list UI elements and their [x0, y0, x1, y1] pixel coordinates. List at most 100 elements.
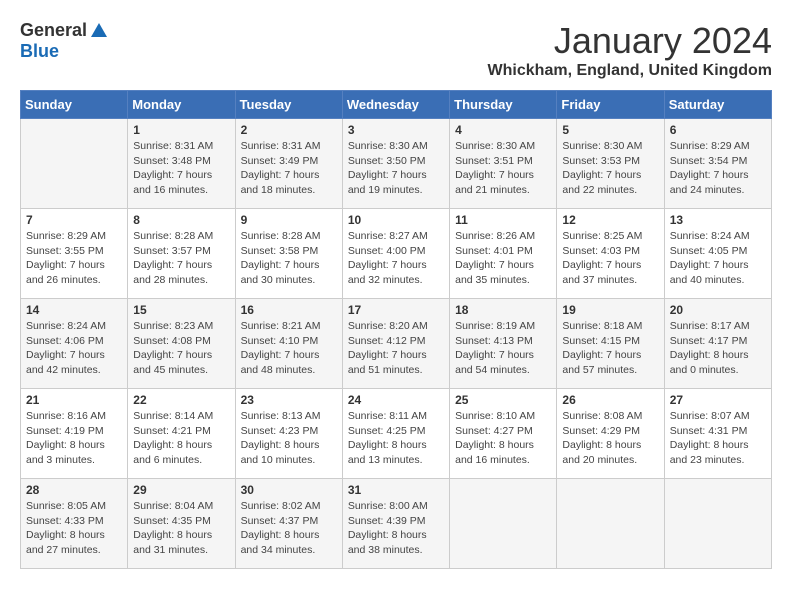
calendar-cell: 9Sunrise: 8:28 AM Sunset: 3:58 PM Daylig…	[235, 209, 342, 299]
day-number: 24	[348, 393, 444, 407]
calendar-cell: 23 Sunrise: 8:13 AM Sunset: 4:23 PM Dayli…	[235, 389, 342, 479]
cell-details: Sunrise: 8:08 AM Sunset: 4:29 PM Dayligh…	[562, 409, 658, 468]
calendar-week-row: 7 Sunrise: 8:29 AM Sunset: 3:55 PM Daylig…	[21, 209, 772, 299]
calendar-cell	[450, 479, 557, 569]
day-number: 15	[133, 303, 229, 317]
calendar-cell: 14Sunrise: 8:24 AM Sunset: 4:06 PM Dayli…	[21, 299, 128, 389]
day-number: 10	[348, 213, 444, 227]
day-header-monday: Monday	[128, 91, 235, 119]
calendar-week-row: 14Sunrise: 8:24 AM Sunset: 4:06 PM Dayli…	[21, 299, 772, 389]
cell-details: Sunrise: 8:30 AM Sunset: 3:51 PM Dayligh…	[455, 139, 551, 198]
day-number: 26	[562, 393, 658, 407]
day-number: 23	[241, 393, 337, 407]
calendar-cell: 12Sunrise: 8:25 AM Sunset: 4:03 PM Dayli…	[557, 209, 664, 299]
calendar-cell: 7 Sunrise: 8:29 AM Sunset: 3:55 PM Daylig…	[21, 209, 128, 299]
day-number: 12	[562, 213, 658, 227]
day-header-friday: Friday	[557, 91, 664, 119]
day-number: 19	[562, 303, 658, 317]
calendar-week-row: 1 Sunrise: 8:31 AM Sunset: 3:48 PM Daylig…	[21, 119, 772, 209]
location-title: Whickham, England, United Kingdom	[488, 62, 772, 80]
day-header-thursday: Thursday	[450, 91, 557, 119]
cell-details: Sunrise: 8:13 AM Sunset: 4:23 PM Dayligh…	[241, 409, 337, 468]
calendar-cell: 4 Sunrise: 8:30 AM Sunset: 3:51 PM Daylig…	[450, 119, 557, 209]
cell-details: Sunrise: 8:29 AM Sunset: 3:54 PM Dayligh…	[670, 139, 766, 198]
calendar-cell: 16 Sunrise: 8:21 AM Sunset: 4:10 PM Dayli…	[235, 299, 342, 389]
cell-details: Sunrise: 8:26 AM Sunset: 4:01 PM Dayligh…	[455, 229, 551, 288]
logo-icon	[89, 21, 109, 41]
day-header-saturday: Saturday	[664, 91, 771, 119]
calendar-cell: 17Sunrise: 8:20 AM Sunset: 4:12 PM Dayli…	[342, 299, 449, 389]
cell-details: Sunrise: 8:17 AM Sunset: 4:17 PM Dayligh…	[670, 319, 766, 378]
calendar-header-row: SundayMondayTuesdayWednesdayThursdayFrid…	[21, 91, 772, 119]
calendar-week-row: 21 Sunrise: 8:16 AM Sunset: 4:19 PM Dayli…	[21, 389, 772, 479]
day-number: 18	[455, 303, 551, 317]
day-number: 3	[348, 123, 444, 137]
calendar-week-row: 28Sunrise: 8:05 AM Sunset: 4:33 PM Dayli…	[21, 479, 772, 569]
calendar-cell: 15 Sunrise: 8:23 AM Sunset: 4:08 PM Dayli…	[128, 299, 235, 389]
calendar-cell: 5 Sunrise: 8:30 AM Sunset: 3:53 PM Daylig…	[557, 119, 664, 209]
day-number: 4	[455, 123, 551, 137]
calendar-cell: 8 Sunrise: 8:28 AM Sunset: 3:57 PM Daylig…	[128, 209, 235, 299]
calendar-cell	[664, 479, 771, 569]
calendar-cell: 1 Sunrise: 8:31 AM Sunset: 3:48 PM Daylig…	[128, 119, 235, 209]
day-number: 20	[670, 303, 766, 317]
day-number: 27	[670, 393, 766, 407]
day-number: 2	[241, 123, 337, 137]
cell-details: Sunrise: 8:30 AM Sunset: 3:50 PM Dayligh…	[348, 139, 444, 198]
cell-details: Sunrise: 8:19 AM Sunset: 4:13 PM Dayligh…	[455, 319, 551, 378]
day-number: 28	[26, 483, 122, 497]
cell-details: Sunrise: 8:24 AM Sunset: 4:05 PM Dayligh…	[670, 229, 766, 288]
calendar-cell	[21, 119, 128, 209]
calendar-cell: 22 Sunrise: 8:14 AM Sunset: 4:21 PM Dayli…	[128, 389, 235, 479]
day-header-wednesday: Wednesday	[342, 91, 449, 119]
cell-details: Sunrise: 8:21 AM Sunset: 4:10 PM Dayligh…	[241, 319, 337, 378]
day-number: 31	[348, 483, 444, 497]
cell-details: Sunrise: 8:24 AM Sunset: 4:06 PM Dayligh…	[26, 319, 122, 378]
cell-details: Sunrise: 8:16 AM Sunset: 4:19 PM Dayligh…	[26, 409, 122, 468]
cell-details: Sunrise: 8:28 AM Sunset: 3:57 PM Dayligh…	[133, 229, 229, 288]
cell-details: Sunrise: 8:10 AM Sunset: 4:27 PM Dayligh…	[455, 409, 551, 468]
calendar-cell: 20 Sunrise: 8:17 AM Sunset: 4:17 PM Dayli…	[664, 299, 771, 389]
logo: General Blue	[20, 20, 109, 62]
day-header-sunday: Sunday	[21, 91, 128, 119]
calendar-cell: 13Sunrise: 8:24 AM Sunset: 4:05 PM Dayli…	[664, 209, 771, 299]
day-number: 16	[241, 303, 337, 317]
calendar-cell: 27 Sunrise: 8:07 AM Sunset: 4:31 PM Dayli…	[664, 389, 771, 479]
calendar-cell: 30 Sunrise: 8:02 AM Sunset: 4:37 PM Dayli…	[235, 479, 342, 569]
day-number: 6	[670, 123, 766, 137]
calendar-cell: 25 Sunrise: 8:10 AM Sunset: 4:27 PM Dayli…	[450, 389, 557, 479]
cell-details: Sunrise: 8:04 AM Sunset: 4:35 PM Dayligh…	[133, 499, 229, 558]
calendar-cell: 24Sunrise: 8:11 AM Sunset: 4:25 PM Dayli…	[342, 389, 449, 479]
calendar-cell: 29 Sunrise: 8:04 AM Sunset: 4:35 PM Dayli…	[128, 479, 235, 569]
day-number: 7	[26, 213, 122, 227]
cell-details: Sunrise: 8:23 AM Sunset: 4:08 PM Dayligh…	[133, 319, 229, 378]
title-section: January 2024 Whickham, England, United K…	[488, 20, 772, 80]
cell-details: Sunrise: 8:07 AM Sunset: 4:31 PM Dayligh…	[670, 409, 766, 468]
cell-details: Sunrise: 8:28 AM Sunset: 3:58 PM Dayligh…	[241, 229, 337, 288]
day-number: 5	[562, 123, 658, 137]
cell-details: Sunrise: 8:31 AM Sunset: 3:49 PM Dayligh…	[241, 139, 337, 198]
cell-details: Sunrise: 8:02 AM Sunset: 4:37 PM Dayligh…	[241, 499, 337, 558]
page-header: General Blue January 2024 Whickham, Engl…	[20, 20, 772, 80]
day-number: 25	[455, 393, 551, 407]
calendar-cell: 31 Sunrise: 8:00 AM Sunset: 4:39 PM Dayli…	[342, 479, 449, 569]
cell-details: Sunrise: 8:14 AM Sunset: 4:21 PM Dayligh…	[133, 409, 229, 468]
cell-details: Sunrise: 8:31 AM Sunset: 3:48 PM Dayligh…	[133, 139, 229, 198]
cell-details: Sunrise: 8:18 AM Sunset: 4:15 PM Dayligh…	[562, 319, 658, 378]
calendar-cell	[557, 479, 664, 569]
cell-details: Sunrise: 8:30 AM Sunset: 3:53 PM Dayligh…	[562, 139, 658, 198]
day-number: 29	[133, 483, 229, 497]
day-header-tuesday: Tuesday	[235, 91, 342, 119]
calendar-cell: 11Sunrise: 8:26 AM Sunset: 4:01 PM Dayli…	[450, 209, 557, 299]
cell-details: Sunrise: 8:29 AM Sunset: 3:55 PM Dayligh…	[26, 229, 122, 288]
day-number: 8	[133, 213, 229, 227]
calendar-cell: 18 Sunrise: 8:19 AM Sunset: 4:13 PM Dayli…	[450, 299, 557, 389]
cell-details: Sunrise: 8:27 AM Sunset: 4:00 PM Dayligh…	[348, 229, 444, 288]
cell-details: Sunrise: 8:00 AM Sunset: 4:39 PM Dayligh…	[348, 499, 444, 558]
day-number: 22	[133, 393, 229, 407]
day-number: 21	[26, 393, 122, 407]
day-number: 30	[241, 483, 337, 497]
cell-details: Sunrise: 8:20 AM Sunset: 4:12 PM Dayligh…	[348, 319, 444, 378]
calendar-cell: 19 Sunrise: 8:18 AM Sunset: 4:15 PM Dayli…	[557, 299, 664, 389]
day-number: 1	[133, 123, 229, 137]
